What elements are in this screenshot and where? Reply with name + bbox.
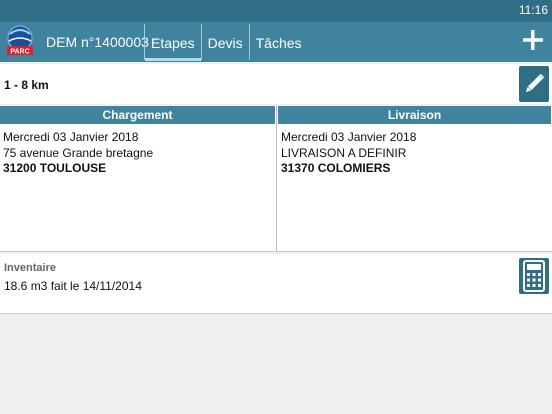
route-distance-row: 1 - 8 km xyxy=(0,64,552,104)
loading-body: Mercredi 03 Janvier 2018 75 avenue Grand… xyxy=(0,124,276,177)
status-bar: 11:16 xyxy=(0,0,552,22)
loading-column[interactable]: Chargement Mercredi 03 Janvier 2018 75 a… xyxy=(0,106,277,252)
status-clock: 11:16 xyxy=(518,3,548,17)
calculator-button[interactable] xyxy=(519,258,549,294)
calculator-icon xyxy=(523,260,545,292)
inventory-section: Inventaire 18.6 m3 fait le 14/11/2014 xyxy=(0,254,552,314)
tab-etapes[interactable]: Etapes xyxy=(144,24,201,61)
app-logo-icon[interactable]: PARC xyxy=(5,24,35,56)
logo-text: PARC xyxy=(10,49,29,56)
tab-taches[interactable]: Tâches xyxy=(248,24,308,60)
app-bar: PARC DEM n°1400003 Etapes Devis Tâches xyxy=(0,22,552,62)
delivery-header: Livraison xyxy=(278,106,552,124)
delivery-column[interactable]: Livraison Mercredi 03 Janvier 2018 LIVRA… xyxy=(278,106,552,252)
add-button[interactable] xyxy=(520,26,546,54)
pencil-icon xyxy=(525,73,545,93)
tab-devis[interactable]: Devis xyxy=(200,24,249,60)
inventory-label: Inventaire xyxy=(4,262,56,274)
edit-route-button[interactable] xyxy=(519,66,549,102)
delivery-body: Mercredi 03 Janvier 2018 LIVRAISON A DEF… xyxy=(278,124,552,177)
tab-bar: Etapes Devis Tâches xyxy=(144,24,308,61)
loading-address: 75 avenue Grande bretagne xyxy=(3,145,154,160)
plus-icon xyxy=(523,30,543,50)
loading-header: Chargement xyxy=(0,106,276,124)
stops-grid: Chargement Mercredi 03 Janvier 2018 75 a… xyxy=(0,106,552,252)
route-distance: 1 - 8 km xyxy=(4,78,49,92)
inventory-value: 18.6 m3 fait le 14/11/2014 xyxy=(4,279,142,293)
loading-date: Mercredi 03 Janvier 2018 xyxy=(3,130,139,144)
page-title: DEM n°1400003 xyxy=(46,34,149,50)
delivery-zip-city: 31370 COLOMIERS xyxy=(281,161,391,175)
delivery-date: Mercredi 03 Janvier 2018 xyxy=(281,130,417,144)
loading-zip-city: 31200 TOULOUSE xyxy=(3,161,107,175)
delivery-address: LIVRAISON A DEFINIR xyxy=(281,145,407,160)
